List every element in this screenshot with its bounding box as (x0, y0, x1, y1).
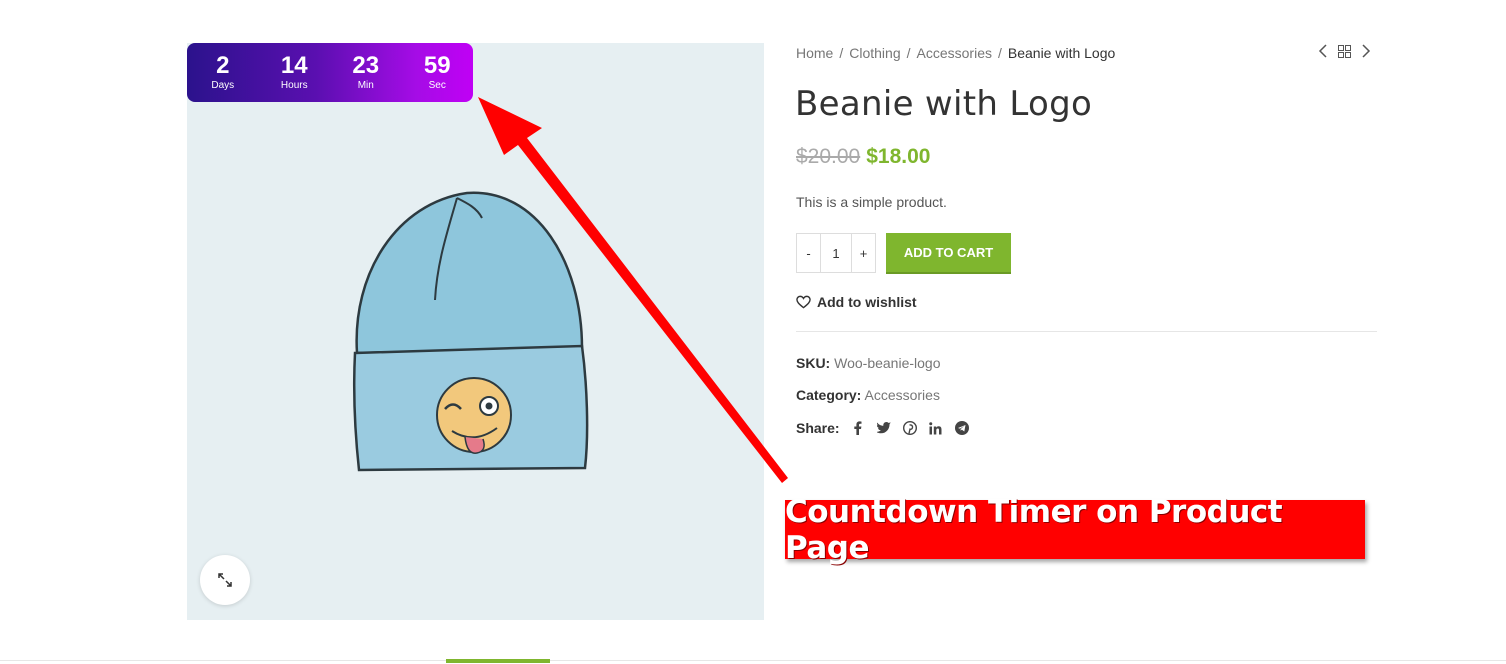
tabs-divider (0, 660, 1506, 661)
chevron-right-icon[interactable] (1361, 44, 1371, 58)
timer-seconds: 59 Sec (407, 51, 467, 93)
annotation-banner: Countdown Timer on Product Page (785, 494, 1365, 566)
old-price: $20.00 (796, 145, 861, 168)
breadcrumb-separator: / (906, 45, 911, 61)
category-label: Category: (796, 387, 862, 403)
share-row: Share: (796, 420, 970, 436)
breadcrumb-separator: / (997, 45, 1002, 61)
divider (796, 331, 1377, 332)
sale-price: $18.00 (866, 145, 931, 168)
sku-label: SKU: (796, 355, 831, 371)
annotation-arrow (478, 97, 788, 483)
expand-icon (218, 573, 232, 587)
facebook-icon[interactable] (850, 420, 866, 436)
breadcrumb: Home / Clothing / Accessories / Beanie with Lo… (796, 45, 1115, 61)
timer-minutes: 23 Min (336, 51, 396, 93)
timer-seconds-value: 59 (423, 51, 451, 79)
timer-hours-label: Hours (280, 79, 308, 91)
breadcrumb-accessories[interactable]: Accessories (917, 45, 992, 61)
add-to-wishlist-link[interactable]: Add to wishlist (796, 294, 917, 310)
sku-value: Woo-beanie-logo (834, 355, 941, 371)
product-price: $20.00 $18.00 (796, 145, 930, 169)
quantity-stepper: - 1 + (796, 233, 876, 273)
product-description: This is a simple product. (796, 194, 947, 210)
quantity-minus-button[interactable]: - (797, 234, 820, 272)
timer-minutes-label: Min (357, 79, 374, 91)
linkedin-icon[interactable] (928, 420, 944, 436)
pinterest-icon[interactable] (902, 420, 918, 436)
active-tab-indicator[interactable] (446, 659, 550, 663)
timer-hours-value: 14 (280, 51, 308, 79)
quantity-input[interactable]: 1 (820, 234, 852, 272)
timer-seconds-label: Sec (428, 79, 446, 91)
countdown-timer: 2 Days 14 Hours 23 Min 59 Sec (187, 43, 473, 102)
category-link[interactable]: Accessories (864, 387, 939, 403)
product-navigation (1318, 44, 1371, 58)
timer-days: 2 Days (193, 51, 253, 93)
telegram-icon[interactable] (954, 420, 970, 436)
twitter-icon[interactable] (876, 420, 892, 436)
grid-icon[interactable] (1338, 44, 1351, 58)
timer-days-value: 2 (216, 51, 230, 79)
product-title: Beanie with Logo (795, 84, 1093, 124)
timer-minutes-value: 23 (352, 51, 380, 79)
category-row: Category: Accessories (796, 387, 940, 403)
chevron-left-icon[interactable] (1318, 44, 1328, 58)
sku-row: SKU: Woo-beanie-logo (796, 355, 941, 371)
breadcrumb-current: Beanie with Logo (1007, 45, 1116, 61)
timer-hours: 14 Hours (264, 51, 324, 93)
breadcrumb-home[interactable]: Home (796, 45, 833, 61)
expand-image-button[interactable] (200, 555, 250, 605)
share-label: Share: (796, 420, 840, 436)
wishlist-label: Add to wishlist (817, 294, 917, 310)
breadcrumb-separator: / (839, 45, 844, 61)
timer-days-label: Days (211, 79, 235, 91)
quantity-plus-button[interactable]: + (852, 234, 875, 272)
breadcrumb-clothing[interactable]: Clothing (849, 45, 900, 61)
add-to-cart-button[interactable]: ADD TO CART (886, 233, 1011, 274)
